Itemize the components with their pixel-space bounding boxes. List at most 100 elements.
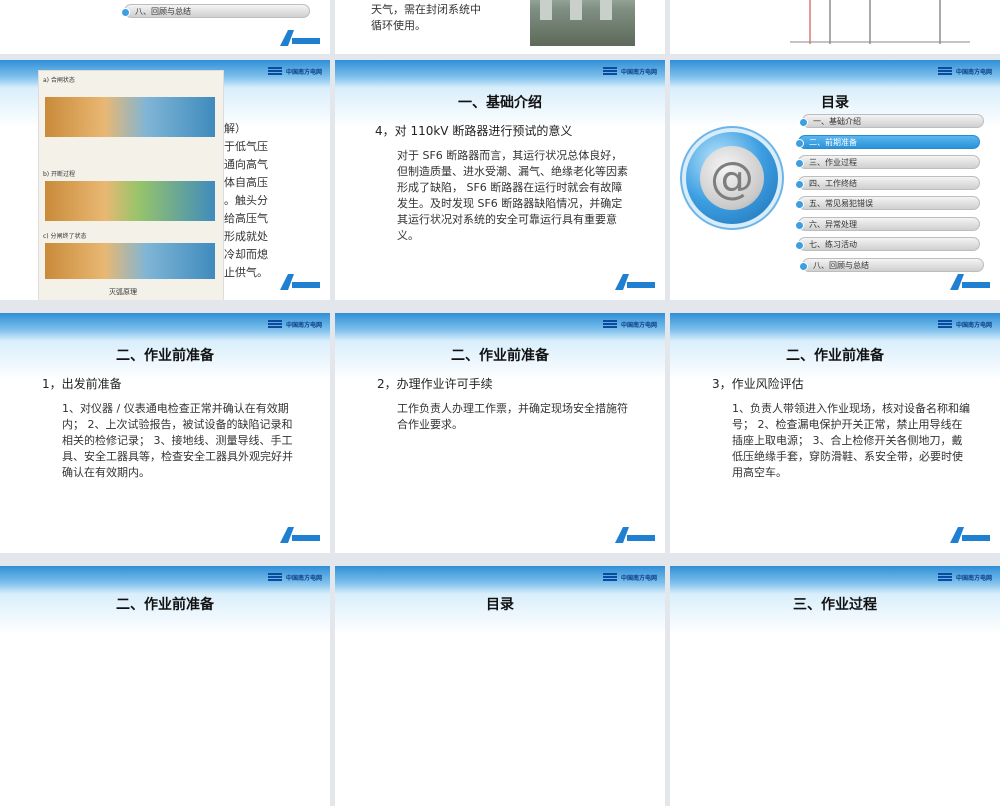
csg-logo-icon bbox=[937, 320, 952, 328]
diagram-caption: 灭弧原理 bbox=[109, 288, 137, 296]
slide-body-text: 解） 于低气压 通向高气 体自高压 。触头分 给高压气 形成就处 冷却而熄 止供… bbox=[224, 122, 268, 279]
slide-body-text: 对于 SF6 断路器而言，其运行状况总体良好，但制造质量、进水受潮、漏气、绝缘老… bbox=[397, 149, 628, 242]
toc-item[interactable]: 六、异常处理 bbox=[795, 216, 980, 231]
brand-text: 中国南方电网 bbox=[955, 574, 992, 582]
slide-body-text: 1、负责人带领进入作业现场，核对设备名称和编号； 2、检查漏电保护开关正常，禁止… bbox=[732, 402, 970, 479]
brand-text: 中国南方电网 bbox=[620, 68, 657, 76]
toc-item-label: 五、常见易犯错误 bbox=[809, 199, 873, 208]
arc-extinguishing-diagram: a) 合闸状态 b) 开断过程 c) 分闸终了状态 灭弧原理 bbox=[38, 70, 224, 300]
toc-item[interactable]: 四、工作终结 bbox=[795, 175, 980, 190]
brand-text: 中国南方电网 bbox=[285, 574, 322, 582]
slide-title: 目录 bbox=[821, 95, 849, 111]
slide-subtitle: 4，对 110kV 断路器进行预试的意义 bbox=[375, 124, 573, 138]
course-logo-icon bbox=[950, 274, 990, 290]
text-line: 循环使用。 bbox=[371, 19, 426, 32]
slide-body-text: 1、对仪器 / 仪表通电检查正常并确认在有效期内； 2、上次试验报告，被试设备的… bbox=[62, 402, 293, 479]
slide-r3-right[interactable]: 中国南方电网 三、作业过程 bbox=[670, 566, 1000, 806]
brand-text: 中国南方电网 bbox=[285, 68, 322, 76]
brand: 中国南方电网 bbox=[267, 319, 322, 329]
brand-text: 中国南方电网 bbox=[620, 321, 657, 329]
csg-logo-icon bbox=[602, 320, 617, 328]
brand-text: 中国南方电网 bbox=[955, 321, 992, 329]
slide-risk-assessment[interactable]: 中国南方电网 二、作业前准备 3，作业风险评估 1、负责人带领进入作业现场，核对… bbox=[670, 313, 1000, 553]
toc-bullet-icon bbox=[795, 220, 804, 230]
slide-r0-left[interactable]: 八、回顾与总结 bbox=[0, 0, 330, 54]
slide-body-text: 工作负责人办理工作票，并确定现场安全措施符合作业要求。 bbox=[397, 402, 628, 431]
slide-title: 目录 bbox=[486, 597, 514, 613]
toc-bullet-icon bbox=[795, 179, 804, 189]
toc-item-label: 四、工作终结 bbox=[809, 178, 857, 188]
toc-bullet-icon bbox=[795, 241, 804, 250]
slide-body-text: 天气，需在封闭系统中 循环使用。 bbox=[371, 2, 521, 34]
course-logo-icon bbox=[615, 527, 655, 543]
slide-arc-principle[interactable]: 中国南方电网 a) 合闸状态 b) 开断过程 c) 分闸终了状态 灭弧原理 解）… bbox=[0, 60, 330, 300]
slide-subtitle: 3，作业风险评估 bbox=[712, 377, 804, 391]
slide-title: 二、作业前准备 bbox=[116, 348, 214, 364]
at-sign-icon: @ bbox=[686, 132, 778, 224]
csg-logo-icon bbox=[267, 67, 282, 75]
slide-title: 二、作业前准备 bbox=[451, 348, 549, 364]
technical-drawing bbox=[790, 0, 970, 44]
slide-toc[interactable]: 中国南方电网 目录 @ 一、基础介绍二、前期准备 三、作业过程 四、工作终结五、常见… bbox=[670, 60, 1000, 300]
course-logo-icon bbox=[280, 527, 320, 543]
csg-logo-icon bbox=[602, 67, 617, 75]
toc-bullet-icon bbox=[799, 261, 808, 271]
slide-subtitle: 1，出发前准备 bbox=[42, 377, 122, 391]
toc-bullet-icon bbox=[121, 8, 130, 17]
slide-title: 二、作业前准备 bbox=[116, 597, 214, 613]
brand: 中国南方电网 bbox=[267, 66, 322, 76]
slide-r0-right[interactable] bbox=[670, 0, 1000, 54]
brand-text: 中国南方电网 bbox=[955, 68, 992, 76]
brand: 中国南方电网 bbox=[937, 572, 992, 582]
slide-departure-prep[interactable]: 中国南方电网 二、作业前准备 1，出发前准备 1、对仪器 / 仪表通电检查正常并… bbox=[0, 313, 330, 553]
slide-work-permit[interactable]: 中国南方电网 二、作业前准备 2，办理作业许可手续 工作负责人办理工作票，并确定… bbox=[335, 313, 665, 553]
csg-logo-icon bbox=[602, 573, 617, 581]
slide-title: 二、作业前准备 bbox=[786, 348, 884, 364]
csg-logo-icon bbox=[937, 67, 952, 75]
toc-bullet-icon bbox=[795, 200, 804, 209]
csg-logo-icon bbox=[267, 320, 282, 328]
brand-text: 中国南方电网 bbox=[620, 574, 657, 582]
diagram-label: c) 分闸终了状态 bbox=[43, 233, 87, 240]
course-logo-icon bbox=[950, 527, 990, 543]
brand: 中国南方电网 bbox=[602, 319, 657, 329]
brand-text: 中国南方电网 bbox=[285, 321, 322, 329]
toc-item[interactable]: 三、作业过程 bbox=[795, 155, 980, 169]
course-logo-icon bbox=[280, 274, 320, 290]
toc-item-review[interactable]: 八、回顾与总结 bbox=[121, 4, 310, 18]
toc-item[interactable]: 二、前期准备 bbox=[795, 134, 980, 149]
toc-item-label: 一、基础介绍 bbox=[813, 117, 861, 126]
brand: 中国南方电网 bbox=[267, 572, 322, 582]
slide-title: 三、作业过程 bbox=[793, 597, 877, 613]
toc-bullet-icon bbox=[795, 159, 804, 168]
slide-title: 一、基础介绍 bbox=[458, 95, 542, 111]
substation-photo bbox=[530, 0, 635, 46]
slide-subtitle: 2，办理作业许可手续 bbox=[377, 377, 493, 391]
slide-r3-left[interactable]: 中国南方电网 二、作业前准备 bbox=[0, 566, 330, 806]
toc-item-label: 二、前期准备 bbox=[809, 137, 857, 147]
toc-bullet-icon bbox=[795, 138, 804, 148]
slide-basics-intro[interactable]: 中国南方电网 一、基础介绍 4，对 110kV 断路器进行预试的意义 对于 SF… bbox=[335, 60, 665, 300]
toc-item[interactable]: 一、基础介绍 bbox=[799, 114, 984, 128]
brand: 中国南方电网 bbox=[602, 66, 657, 76]
brand: 中国南方电网 bbox=[937, 319, 992, 329]
csg-logo-icon bbox=[937, 573, 952, 581]
slide-r3-mid[interactable]: 中国南方电网 目录 bbox=[335, 566, 665, 806]
toc-item-label: 三、作业过程 bbox=[809, 158, 857, 167]
diagram-label: b) 开断过程 bbox=[43, 171, 76, 178]
text-line: 天气，需在封闭系统中 bbox=[371, 3, 481, 16]
brand: 中国南方电网 bbox=[937, 66, 992, 76]
csg-logo-icon bbox=[267, 573, 282, 581]
toc-item[interactable]: 五、常见易犯错误 bbox=[795, 196, 980, 210]
toc-item-label: 六、异常处理 bbox=[809, 219, 857, 229]
toc-item-label: 七、练习活动 bbox=[809, 240, 857, 249]
toc-item-label: 八、回顾与总结 bbox=[813, 260, 869, 270]
slide-r0-mid[interactable]: 天气，需在封闭系统中 循环使用。 bbox=[335, 0, 665, 54]
course-logo-icon bbox=[615, 274, 655, 290]
toc-item[interactable]: 七、练习活动 bbox=[795, 237, 980, 251]
toc-item-label: 八、回顾与总结 bbox=[135, 7, 191, 16]
toc-bullet-icon bbox=[799, 118, 808, 127]
diagram-label: a) 合闸状态 bbox=[43, 77, 75, 84]
brand: 中国南方电网 bbox=[602, 572, 657, 582]
course-logo-icon bbox=[280, 30, 320, 46]
